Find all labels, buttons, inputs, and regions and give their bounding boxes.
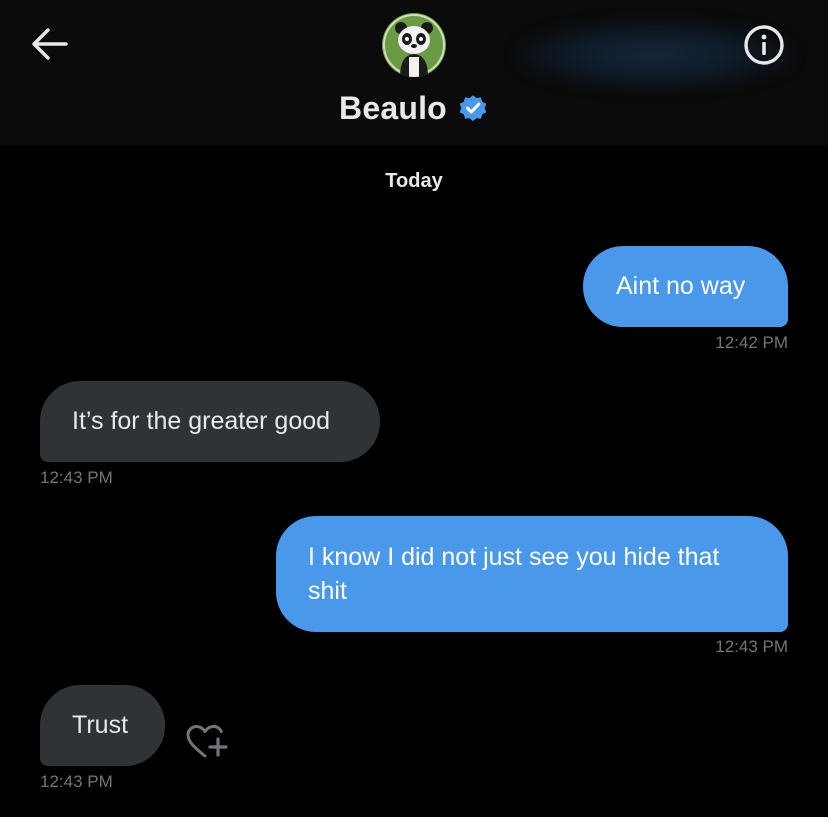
message-text-line: shit	[308, 577, 347, 605]
verified-badge-icon	[459, 95, 487, 121]
message-text: It’s for the greater good	[72, 407, 331, 435]
back-button[interactable]	[28, 24, 72, 64]
arrow-left-icon	[32, 28, 68, 60]
contact-name: Beaulo	[339, 89, 447, 126]
message-timestamp: 12:42 PM	[715, 333, 788, 352]
message-timestamp: 12:43 PM	[40, 772, 113, 791]
message-text-line: I know I did not just see you hide that	[308, 543, 720, 571]
add-reaction-button[interactable]	[183, 722, 231, 764]
avatar[interactable]	[382, 13, 446, 77]
date-separator: Today	[385, 170, 443, 192]
panda-avatar-icon	[382, 13, 446, 77]
info-button[interactable]	[742, 23, 786, 67]
heart-add-icon	[186, 725, 228, 758]
message-text: Aint no way	[616, 272, 746, 300]
message-bubble-incoming[interactable]: It’s for the greater good	[40, 381, 380, 462]
contact-name-row[interactable]: Beaulo	[0, 86, 828, 130]
message-bubble-incoming[interactable]: Trust	[40, 685, 165, 766]
message-bubble-outgoing[interactable]: Aint no way	[583, 246, 788, 327]
conversation-header: Beaulo	[0, 0, 828, 145]
message-timestamp: 12:43 PM	[715, 637, 788, 656]
message-timestamp: 12:43 PM	[40, 468, 113, 487]
message-text: Trust	[72, 711, 129, 739]
info-circle-icon	[744, 25, 784, 65]
message-bubble-outgoing[interactable]: I know I did not just see you hide that …	[276, 516, 788, 632]
